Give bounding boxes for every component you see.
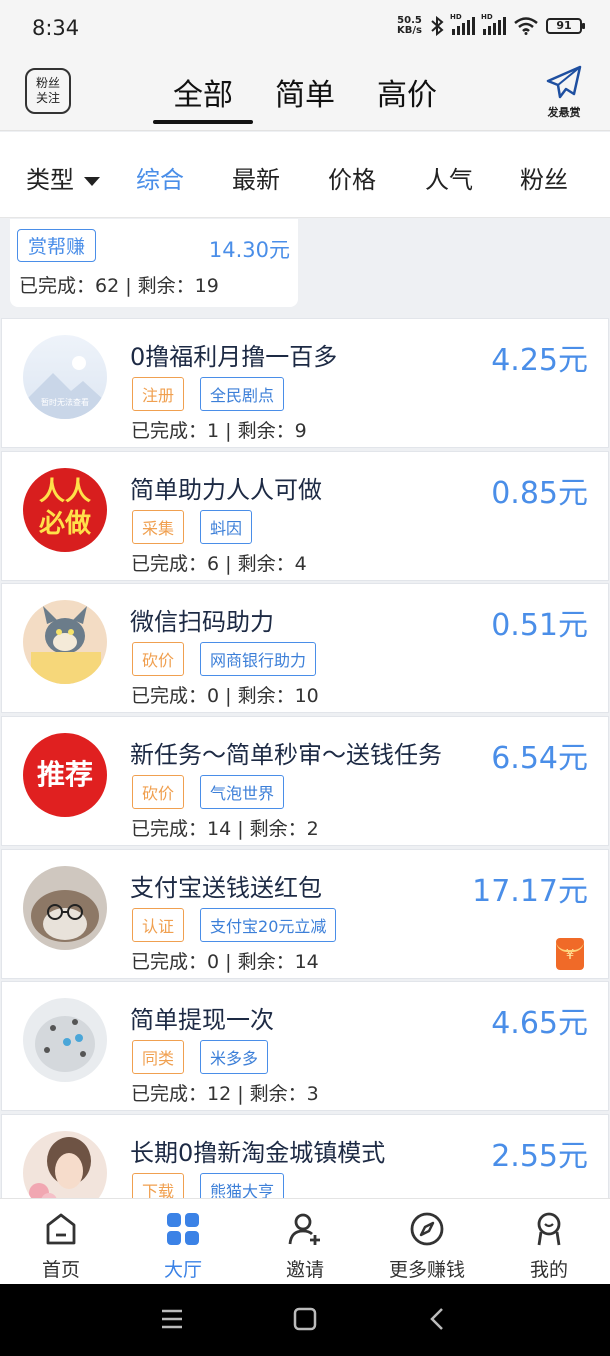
filter-latest[interactable]: 最新: [232, 160, 280, 195]
category-tag: 砍价: [132, 775, 185, 809]
task-title: 支付宝送钱送红包: [130, 874, 322, 902]
task-card[interactable]: 支付宝送钱送红包 17.17元 认证 支付宝20元立减 已完成：0 | 剩余：1…: [1, 849, 609, 979]
status-time: 8:34: [32, 16, 80, 40]
task-card-partial[interactable]: 赏帮赚 14.30元 已完成：62 | 剩余：19: [10, 219, 298, 307]
task-stats: 已完成：12 | 剩余：3: [131, 1083, 319, 1105]
task-card[interactable]: 暂时无法查看 0撸福利月撸一百多 4.25元 注册 全民剧点 已完成：1 | 剩…: [1, 318, 609, 448]
task-card[interactable]: 推荐 新任务～简单秒审～送钱任务 6.54元 砍价 气泡世界 已完成：14 | …: [1, 716, 609, 846]
category-tag: 下载: [132, 1173, 185, 1198]
nav-invite[interactable]: 邀请: [244, 1211, 366, 1282]
task-stats: 已完成：1 | 剩余：9: [131, 420, 307, 442]
category-tag: 砍价: [132, 642, 185, 676]
avatar-recommend: 推荐: [23, 733, 107, 817]
invite-user-icon: [288, 1213, 320, 1245]
task-stats: 已完成：14 | 剩余：2: [131, 818, 319, 840]
bottom-nav: 首页 大厅 邀请 更多赚钱 我的: [0, 1198, 610, 1284]
filter-popularity[interactable]: 人气: [425, 160, 473, 195]
battery-icon: 91: [546, 18, 585, 34]
avatar-snow-leopard: [23, 998, 107, 1082]
category-tag: 认证: [132, 908, 185, 942]
task-card[interactable]: 长期0撸新淘金城镇模式 2.55元 下载 熊猫大亨: [1, 1114, 609, 1198]
avatar-placeholder: 暂时无法查看: [23, 335, 107, 419]
task-price: 0.85元: [491, 476, 588, 511]
tab-simple[interactable]: 简单: [275, 70, 335, 114]
home-square-icon[interactable]: [293, 1307, 317, 1331]
tab-all[interactable]: 全部: [153, 70, 253, 124]
platform-tag: 网商银行助力: [200, 642, 317, 676]
category-tag: 注册: [132, 377, 185, 411]
task-title: 新任务～简单秒审～送钱任务: [130, 741, 442, 769]
task-title: 0撸福利月撸一百多: [130, 343, 338, 371]
red-envelope-icon[interactable]: ¥: [556, 938, 584, 970]
avatar-cartoon-cat: [23, 600, 107, 684]
menu-icon[interactable]: [160, 1308, 184, 1330]
paper-plane-icon: [546, 65, 582, 99]
status-bar: 8:34 50.5 KB/s HD HD 91: [0, 0, 610, 58]
task-title: 简单提现一次: [130, 1006, 274, 1034]
task-stats: 已完成：0 | 剩余：14: [131, 951, 319, 973]
category-tag: 采集: [132, 510, 185, 544]
task-price: 4.25元: [491, 343, 588, 378]
task-price: 14.30元: [208, 238, 290, 262]
avatar-cat-glasses: [23, 866, 107, 950]
task-price: 17.17元: [472, 874, 588, 909]
network-speed: 50.5 KB/s: [397, 15, 422, 36]
signal-1-icon: HD: [450, 13, 475, 35]
compass-icon: [410, 1212, 444, 1246]
platform-tag: 赏帮赚: [17, 229, 97, 262]
platform-tag: 熊猫大亨: [200, 1173, 285, 1198]
home-icon: [46, 1213, 76, 1245]
task-price: 2.55元: [491, 1139, 588, 1174]
wifi-icon: [514, 17, 538, 35]
task-stats: 已完成：62 | 剩余：19: [19, 275, 219, 297]
task-stats: 已完成：6 | 剩余：4: [131, 553, 307, 575]
task-price: 6.54元: [491, 741, 588, 776]
status-icons: 50.5 KB/s HD HD 91: [397, 13, 585, 36]
task-title: 微信扫码助力: [130, 608, 274, 636]
top-header: 粉丝 关注 全部 简单 高价 发悬赏: [0, 58, 610, 131]
platform-tag: 米多多: [200, 1040, 269, 1074]
filter-type-dropdown[interactable]: 类型: [26, 160, 100, 195]
filter-fans[interactable]: 粉丝: [520, 160, 568, 195]
hall-grid-icon: [167, 1213, 199, 1245]
nav-mine[interactable]: 我的: [488, 1211, 610, 1282]
platform-tag: 蚪因: [200, 510, 253, 544]
nav-more-earn[interactable]: 更多赚钱: [366, 1211, 488, 1282]
avatar-woman-portrait: [23, 1131, 107, 1198]
task-card[interactable]: 微信扫码助力 0.51元 砍价 网商银行助力 已完成：0 | 剩余：10: [1, 583, 609, 713]
task-card[interactable]: 简单提现一次 4.65元 同类 米多多 已完成：12 | 剩余：3: [1, 981, 609, 1111]
category-tag: 同类: [132, 1040, 185, 1074]
fans-follow-button[interactable]: 粉丝 关注: [25, 68, 71, 114]
task-title: 长期0撸新淘金城镇模式: [130, 1139, 386, 1167]
bluetooth-icon: [431, 16, 444, 36]
task-list[interactable]: 赏帮赚 14.30元 已完成：62 | 剩余：19 暂时无法查看 0撸福利月撸一…: [0, 219, 610, 1198]
task-card[interactable]: 人人 必做 简单助力人人可做 0.85元 采集 蚪因 已完成：6 | 剩余：4: [1, 451, 609, 581]
filter-bar: 类型 综合 最新 价格 人气 粉丝: [0, 132, 610, 218]
platform-tag: 气泡世界: [200, 775, 285, 809]
avatar-renren-bizuo: 人人 必做: [23, 468, 107, 552]
filter-price[interactable]: 价格: [328, 160, 376, 195]
nav-hall[interactable]: 大厅: [122, 1211, 244, 1282]
task-stats: 已完成：0 | 剩余：10: [131, 685, 319, 707]
publish-bounty-button[interactable]: 发悬赏: [538, 64, 590, 120]
filter-comprehensive[interactable]: 综合: [136, 160, 184, 195]
task-title: 简单助力人人可做: [130, 476, 322, 504]
system-nav-bar: [0, 1284, 610, 1356]
tab-high-price[interactable]: 高价: [377, 70, 437, 114]
nav-home[interactable]: 首页: [0, 1211, 122, 1282]
back-icon[interactable]: [428, 1307, 446, 1331]
caret-down-icon: [84, 176, 100, 186]
profile-icon: [537, 1212, 561, 1246]
task-price: 0.51元: [491, 608, 588, 643]
task-price: 4.65元: [491, 1006, 588, 1041]
platform-tag: 全民剧点: [200, 377, 285, 411]
platform-tag: 支付宝20元立减: [200, 908, 337, 942]
signal-2-icon: HD: [481, 13, 506, 35]
